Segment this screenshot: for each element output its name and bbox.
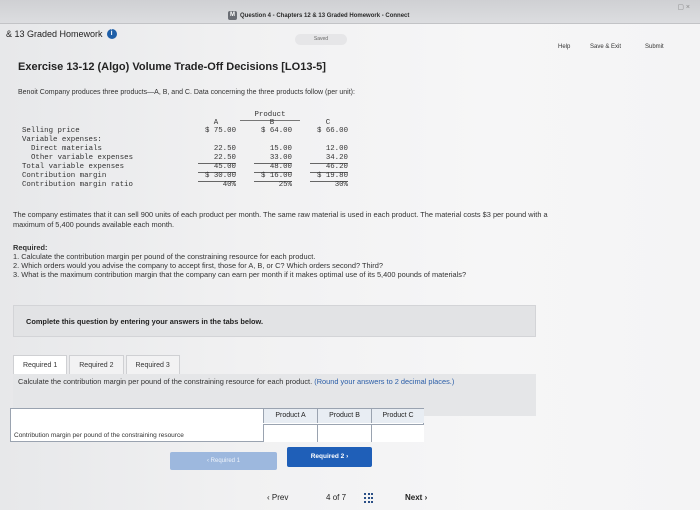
- row-label: Direct materials: [31, 145, 102, 153]
- window-controls[interactable]: ▢ ×: [677, 3, 690, 11]
- table-row: Contribution margin ratio 40% 25% 30%: [22, 181, 352, 190]
- cell: $ 19.80: [316, 172, 348, 180]
- grid-row-label: Contribution margin per pound of the con…: [14, 432, 184, 439]
- previous-required-button[interactable]: ‹ Required 1: [170, 452, 277, 470]
- complete-note: Complete this question by entering your …: [26, 317, 264, 326]
- cell: 22.50: [213, 145, 236, 153]
- table-row: Other variable expenses 22.50 33.00 34.2…: [22, 154, 352, 163]
- cell: 48.00: [269, 163, 292, 171]
- table-row: Total variable expenses 45.00 48.00 46.2…: [22, 163, 352, 172]
- grid-header-product-c: Product C: [371, 409, 424, 423]
- next-page-button[interactable]: Next ›: [405, 493, 427, 502]
- row-label: Contribution margin ratio: [22, 181, 133, 189]
- required-heading: Required:: [13, 243, 48, 252]
- product-data-table: Product A B C Selling price $ 75.00 $ 64…: [22, 111, 352, 190]
- cell: 22.50: [213, 154, 236, 162]
- saved-status: Saved: [295, 34, 347, 45]
- row-label: Variable expenses:: [22, 136, 102, 144]
- cell: $ 16.00: [260, 172, 292, 180]
- window-title-text: Question 4 - Chapters 12 & 13 Graded Hom…: [240, 12, 410, 19]
- cell: 34.20: [325, 154, 348, 162]
- window-title: M Question 4 - Chapters 12 & 13 Graded H…: [228, 11, 409, 20]
- chevron-right-icon: ›: [344, 453, 349, 460]
- grid-header-product-a: Product A: [263, 409, 317, 423]
- tab-required-2[interactable]: Required 2: [69, 355, 124, 375]
- row-label: Other variable expenses: [31, 154, 134, 162]
- info-icon[interactable]: i: [106, 29, 117, 39]
- current-page: 4: [326, 493, 331, 502]
- row-label: Contribution margin: [22, 172, 107, 180]
- prev-label: Prev: [271, 493, 289, 502]
- answer-grid: Product A Product B Product C Contributi…: [10, 408, 424, 442]
- cell: 12.00: [325, 145, 348, 153]
- cell: $ 30.00: [204, 172, 236, 180]
- page-of: of: [332, 493, 340, 502]
- tab-required-3[interactable]: Required 3: [125, 355, 180, 375]
- cell: $ 64.00: [260, 127, 292, 135]
- panel-instruction: Calculate the contribution margin per po…: [18, 377, 538, 386]
- next-required-button[interactable]: Required 2 ›: [287, 447, 372, 467]
- estimate-paragraph: The company estimates that it can sell 9…: [13, 210, 548, 229]
- table-row: Selling price $ 75.00 $ 64.00 $ 66.00: [22, 127, 352, 136]
- tab-required-1[interactable]: Required 1: [13, 355, 68, 375]
- table-row: Direct materials 22.50 15.00 12.00: [22, 145, 352, 154]
- required-item: 3. What is the maximum contribution marg…: [13, 270, 467, 279]
- table-row: Variable expenses:: [22, 136, 352, 145]
- homework-title-text: & 13 Graded Homework: [6, 29, 103, 39]
- answer-input-product-b[interactable]: [317, 424, 371, 442]
- required-item: 2. Which orders would you advise the com…: [13, 261, 383, 270]
- cell: 25%: [278, 181, 292, 189]
- row-label: Selling price: [22, 127, 80, 135]
- row-label: Total variable expenses: [22, 163, 125, 171]
- page-indicator: 4 of 7: [326, 493, 346, 502]
- answer-input-product-a[interactable]: [263, 424, 317, 442]
- cell: 33.00: [269, 154, 292, 162]
- instructions-box: Complete this question by entering your …: [13, 305, 536, 337]
- connect-logo-icon: M: [228, 11, 237, 20]
- required-item: 1. Calculate the contribution margin per…: [13, 252, 316, 261]
- exercise-intro: Benoit Company produces three products—A…: [18, 89, 355, 96]
- total-pages: 7: [341, 493, 347, 502]
- cell: 40%: [222, 181, 236, 189]
- save-exit-link[interactable]: Save & Exit: [590, 44, 621, 50]
- submit-link[interactable]: Submit: [645, 44, 664, 50]
- previous-required-label: Required 1: [210, 458, 241, 464]
- cell: 46.20: [325, 163, 348, 171]
- cell: 30%: [334, 181, 348, 189]
- cell: $ 66.00: [316, 127, 348, 135]
- instruction-hint: (Round your answers to 2 decimal places.…: [314, 377, 455, 386]
- prev-page-button[interactable]: ‹ Prev: [267, 493, 288, 502]
- exercise-title: Exercise 13-12 (Algo) Volume Trade-Off D…: [18, 61, 326, 73]
- chevron-right-icon: ›: [422, 493, 428, 502]
- required-section: Required: 1. Calculate the contribution …: [13, 243, 573, 279]
- grid-header-product-b: Product B: [317, 409, 371, 423]
- browser-title-bar: M Question 4 - Chapters 12 & 13 Graded H…: [0, 0, 700, 24]
- question-grid-icon[interactable]: [364, 493, 374, 503]
- cell: 45.00: [213, 163, 236, 171]
- homework-title: & 13 Graded Homework i: [6, 29, 117, 39]
- next-required-label: Required 2: [310, 453, 345, 460]
- cell: 15.00: [269, 145, 292, 153]
- next-label: Next: [405, 493, 423, 502]
- answer-input-product-c[interactable]: [371, 424, 424, 442]
- cell: $ 75.00: [204, 127, 236, 135]
- required-tabs: Required 1 Required 2 Required 3: [13, 355, 182, 375]
- instruction-text: Calculate the contribution margin per po…: [18, 377, 313, 386]
- table-row: Contribution margin $ 30.00 $ 16.00 $ 19…: [22, 172, 352, 181]
- help-link[interactable]: Help: [558, 44, 570, 50]
